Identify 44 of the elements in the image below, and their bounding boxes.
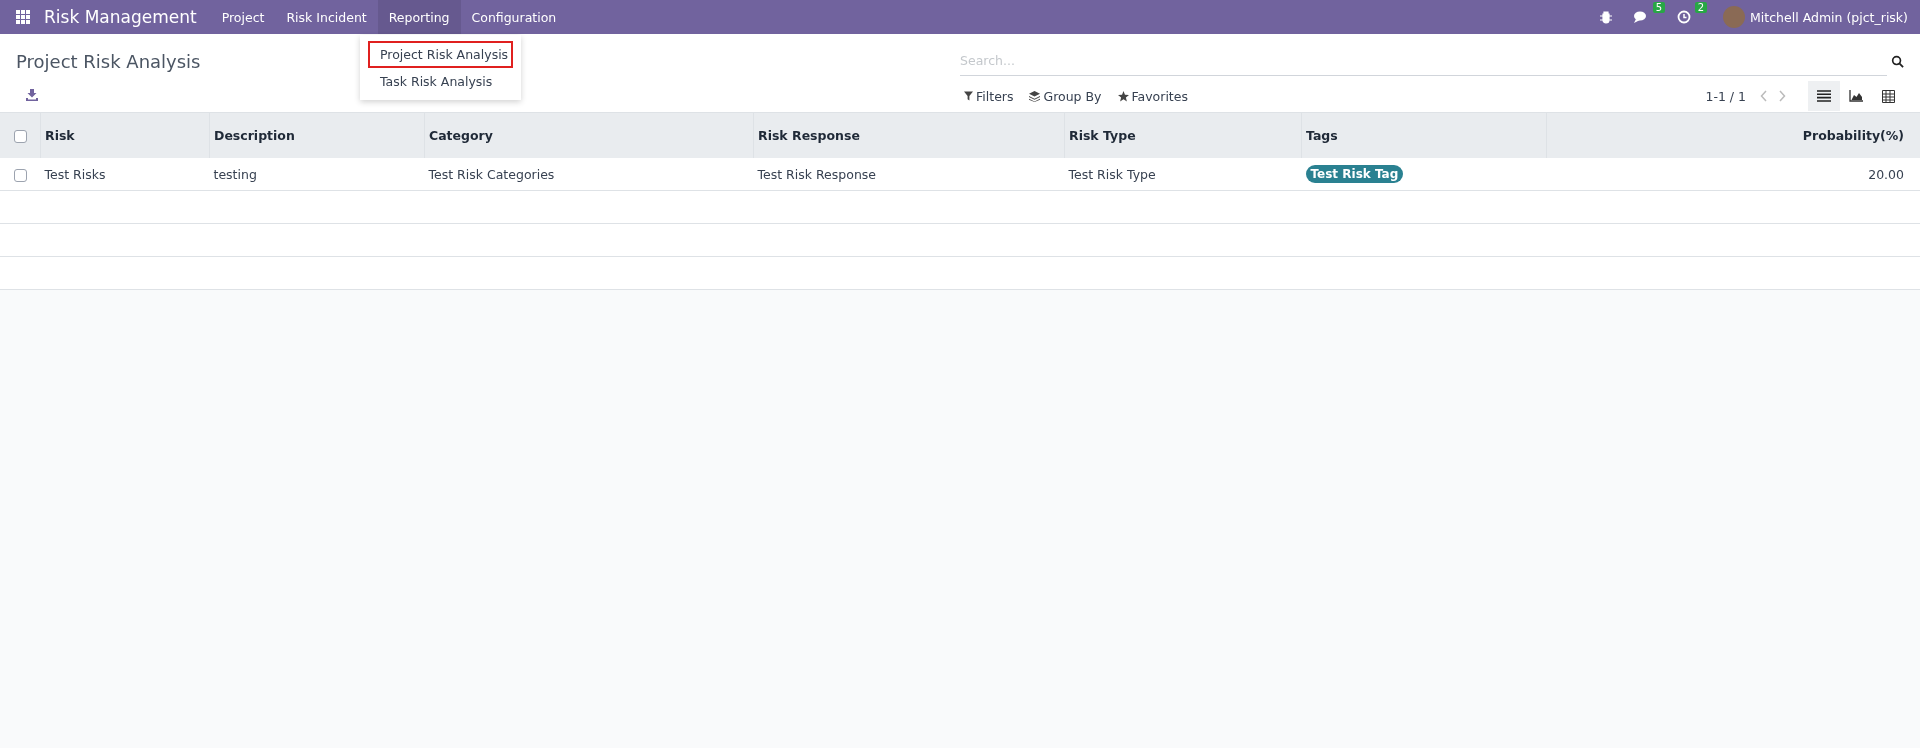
column-header[interactable]: Category bbox=[424, 113, 754, 158]
menu-item[interactable]: Risk Incident bbox=[275, 0, 378, 34]
area-chart-icon bbox=[1849, 90, 1863, 102]
page-title: Project Risk Analysis bbox=[16, 50, 201, 72]
filter-icon bbox=[964, 91, 973, 101]
table-cell: Test Risk Response bbox=[753, 158, 1065, 191]
layers-icon bbox=[1029, 90, 1041, 102]
row-checkbox[interactable] bbox=[13, 168, 27, 182]
clock-icon[interactable] bbox=[1677, 10, 1692, 24]
table-cell: 20.00 bbox=[1546, 158, 1920, 191]
star-icon bbox=[1117, 90, 1129, 102]
column-header[interactable]: Description bbox=[209, 113, 425, 158]
search-field[interactable]: Search... bbox=[960, 46, 1887, 76]
user-name[interactable]: Mitchell Admin (pjct_risk) bbox=[1750, 9, 1908, 25]
filter-button[interactable]: Favorites bbox=[1113, 86, 1192, 106]
activity-count: 2 bbox=[1694, 2, 1708, 13]
filter-button[interactable]: Group By bbox=[1025, 86, 1106, 106]
search-icon[interactable] bbox=[1891, 54, 1904, 68]
filter-button[interactable]: Filters bbox=[960, 86, 1018, 106]
menu-item[interactable]: Configuration bbox=[460, 0, 568, 34]
table-cell: testing bbox=[209, 158, 425, 191]
menu-item[interactable]: Reporting bbox=[377, 0, 461, 34]
pager-text: 1-1 / 1 bbox=[1705, 88, 1746, 104]
download-icon[interactable] bbox=[26, 88, 38, 101]
table-icon bbox=[1881, 89, 1895, 103]
dropdown-item[interactable]: Project Risk Analysis bbox=[368, 41, 513, 68]
view-switch-button[interactable] bbox=[1808, 81, 1840, 111]
dropdown-item[interactable]: Task Risk Analysis bbox=[368, 68, 513, 95]
table-cell: Test Risk Type bbox=[1064, 158, 1302, 191]
column-header[interactable]: Risk bbox=[40, 113, 210, 158]
tag-badge: Test Risk Tag bbox=[1305, 165, 1404, 183]
menu-item[interactable]: Project bbox=[210, 0, 276, 34]
app-name[interactable]: Risk Management bbox=[44, 7, 197, 27]
list-icon bbox=[1817, 90, 1831, 102]
message-count: 5 bbox=[1652, 2, 1666, 13]
apps-menu-icon[interactable] bbox=[16, 10, 30, 24]
bug-icon[interactable] bbox=[1599, 10, 1614, 24]
column-header[interactable]: Risk Response bbox=[753, 113, 1065, 158]
column-header[interactable]: Risk Type bbox=[1064, 113, 1302, 158]
table-cell: Test Risks bbox=[40, 158, 210, 191]
select-all-checkbox[interactable] bbox=[13, 130, 27, 143]
column-header[interactable]: Tags bbox=[1301, 113, 1547, 158]
table-cell: Test Risk Categories bbox=[424, 158, 754, 191]
column-header[interactable]: Probability(%) bbox=[1546, 113, 1920, 158]
